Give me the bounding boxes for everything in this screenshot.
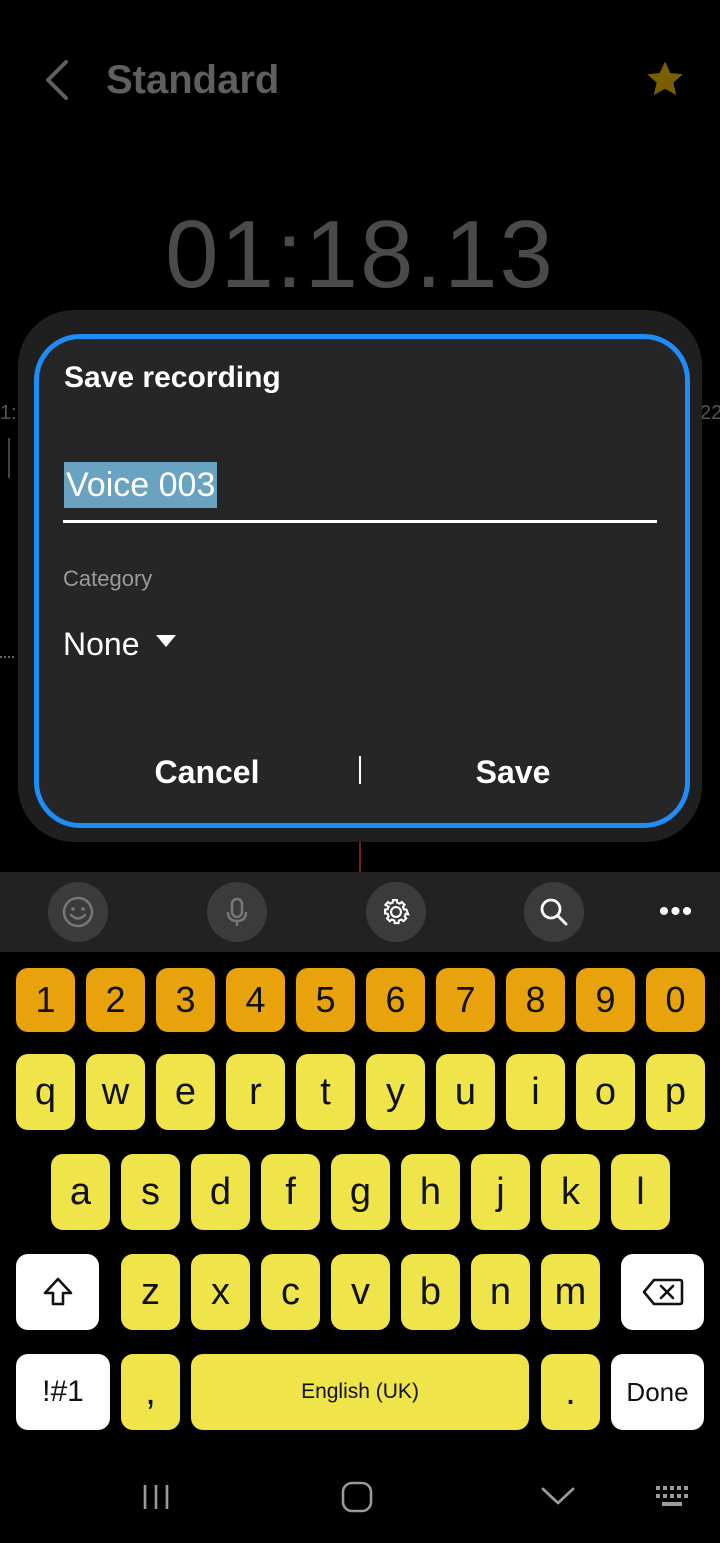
- key-i[interactable]: i: [506, 1054, 565, 1130]
- key-c[interactable]: c: [261, 1254, 320, 1330]
- key-e[interactable]: e: [156, 1054, 215, 1130]
- recent-apps-icon[interactable]: [140, 1482, 172, 1512]
- key-7[interactable]: 7: [436, 968, 495, 1032]
- key-g[interactable]: g: [331, 1154, 390, 1230]
- key-s[interactable]: s: [121, 1154, 180, 1230]
- key-x[interactable]: x: [191, 1254, 250, 1330]
- recording-name-value[interactable]: Voice 003: [64, 462, 218, 508]
- button-divider: [359, 756, 361, 784]
- cancel-button[interactable]: Cancel: [60, 744, 354, 800]
- key-8[interactable]: 8: [506, 968, 565, 1032]
- key-u[interactable]: u: [436, 1054, 495, 1130]
- key-t[interactable]: t: [296, 1054, 355, 1130]
- key-k[interactable]: k: [541, 1154, 600, 1230]
- category-value: None: [63, 625, 140, 662]
- period-key[interactable]: .: [541, 1354, 600, 1430]
- dropdown-arrow-icon: [155, 635, 176, 647]
- key-z[interactable]: z: [121, 1254, 180, 1330]
- emoji-icon: [62, 896, 94, 928]
- backspace-key[interactable]: [621, 1254, 704, 1330]
- key-d[interactable]: d: [191, 1154, 250, 1230]
- key-0[interactable]: 0: [646, 968, 705, 1032]
- key-2[interactable]: 2: [86, 968, 145, 1032]
- gear-icon: [383, 899, 410, 925]
- playhead-line: [359, 842, 361, 872]
- shift-key[interactable]: [16, 1254, 99, 1330]
- category-dropdown[interactable]: None: [63, 622, 176, 666]
- key-3[interactable]: 3: [156, 968, 215, 1032]
- key-l[interactable]: l: [611, 1154, 670, 1230]
- key-b[interactable]: b: [401, 1254, 460, 1330]
- key-w[interactable]: w: [86, 1054, 145, 1130]
- dialog-title: Save recording: [64, 361, 281, 394]
- key-n[interactable]: n: [471, 1254, 530, 1330]
- hide-keyboard-icon[interactable]: [540, 1484, 576, 1508]
- timer-display: 01:18.13: [165, 201, 555, 308]
- keyboard-settings-button[interactable]: [366, 882, 426, 942]
- key-p[interactable]: p: [646, 1054, 705, 1130]
- key-r[interactable]: r: [226, 1054, 285, 1130]
- waveform-marker: [0, 656, 14, 662]
- emoji-button[interactable]: [48, 882, 108, 942]
- home-icon[interactable]: [340, 1480, 374, 1514]
- timeline-label-left: 1:: [0, 402, 17, 424]
- category-label: Category: [63, 566, 153, 591]
- key-m[interactable]: m: [541, 1254, 600, 1330]
- key-h[interactable]: h: [401, 1154, 460, 1230]
- backspace-icon: [642, 1278, 683, 1306]
- save-button[interactable]: Save: [366, 744, 660, 800]
- star-icon[interactable]: [644, 58, 686, 100]
- timeline-tick: [8, 438, 10, 478]
- key-9[interactable]: 9: [576, 968, 635, 1032]
- shift-icon: [43, 1277, 72, 1306]
- back-icon[interactable]: [40, 58, 80, 102]
- key-1[interactable]: 1: [16, 968, 75, 1032]
- key-5[interactable]: 5: [296, 968, 355, 1032]
- voice-input-button[interactable]: [207, 882, 267, 942]
- key-v[interactable]: v: [331, 1254, 390, 1330]
- key-6[interactable]: 6: [366, 968, 425, 1032]
- microphone-icon: [226, 897, 248, 926]
- key-o[interactable]: o: [576, 1054, 635, 1130]
- comma-key[interactable]: ,: [121, 1354, 180, 1430]
- key-f[interactable]: f: [261, 1154, 320, 1230]
- done-key[interactable]: Done: [611, 1354, 704, 1430]
- keyboard-toolbar: [0, 872, 720, 952]
- timeline-label-right: 22: [700, 402, 720, 424]
- search-icon: [540, 898, 568, 926]
- keyboard-switch-icon[interactable]: [654, 1484, 694, 1510]
- symbols-key[interactable]: !#1: [16, 1354, 110, 1430]
- app-title: Standard: [106, 58, 280, 102]
- key-j[interactable]: j: [471, 1154, 530, 1230]
- key-q[interactable]: q: [16, 1054, 75, 1130]
- key-y[interactable]: y: [366, 1054, 425, 1130]
- key-4[interactable]: 4: [226, 968, 285, 1032]
- search-button[interactable]: [524, 882, 584, 942]
- more-options-button[interactable]: •••: [652, 895, 700, 929]
- key-a[interactable]: a: [51, 1154, 110, 1230]
- space-key[interactable]: English (UK): [191, 1354, 529, 1430]
